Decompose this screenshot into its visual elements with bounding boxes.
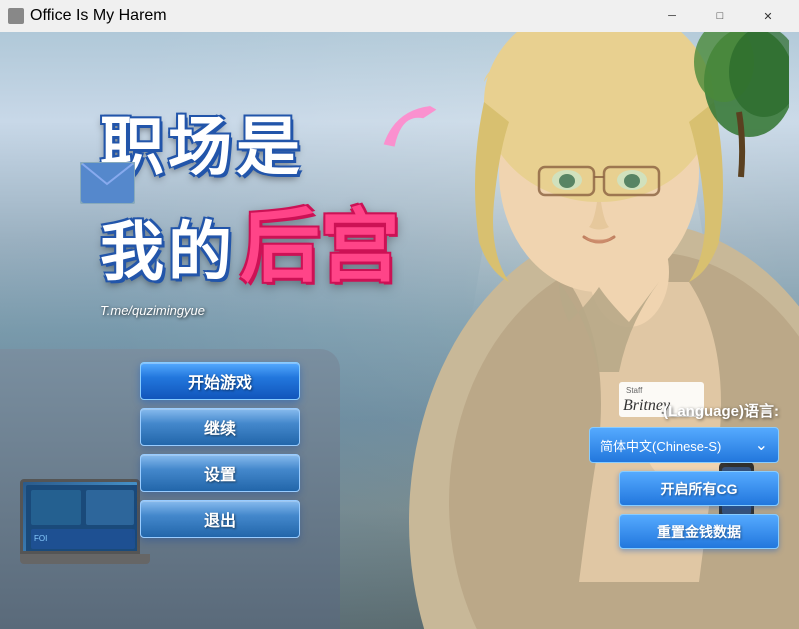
- laptop-screen: FOI: [20, 479, 140, 554]
- svg-text:FOI: FOI: [34, 534, 47, 543]
- language-selected-text: 简体中文(Chinese-S): [600, 436, 721, 455]
- continue-button[interactable]: 继续: [140, 408, 300, 446]
- language-label: (Language)语言:: [663, 400, 779, 421]
- menu-buttons: 开始游戏 继续 设置 退出: [140, 362, 300, 538]
- language-section: (Language)语言: 简体中文(Chinese-S) ⌄: [589, 400, 779, 463]
- close-button[interactable]: ✕: [745, 0, 791, 32]
- titlebar-left: Office Is My Harem: [8, 7, 167, 25]
- envelope-icon: [80, 162, 135, 209]
- titlebar: Office Is My Harem ─ □ ✕: [0, 0, 799, 32]
- right-panel: (Language)语言: 简体中文(Chinese-S) ⌄ 开启所有CG 重…: [589, 400, 779, 549]
- laptop: FOI: [20, 479, 150, 569]
- reset-money-button[interactable]: 重置金钱数据: [619, 514, 779, 549]
- dropdown-arrow-icon: ⌄: [755, 435, 768, 455]
- language-dropdown[interactable]: 简体中文(Chinese-S) ⌄: [589, 427, 779, 463]
- game-area: FOI: [0, 32, 799, 629]
- svg-text:Staff: Staff: [626, 386, 643, 395]
- start-game-button[interactable]: 开始游戏: [140, 362, 300, 400]
- title-text-line1: 职场是: [100, 112, 400, 182]
- quit-button[interactable]: 退出: [140, 500, 300, 538]
- titlebar-controls: ─ □ ✕: [649, 0, 791, 32]
- titlebar-title: Office Is My Harem: [30, 7, 167, 25]
- minimize-button[interactable]: ─: [649, 0, 695, 32]
- unlock-cg-button[interactable]: 开启所有CG: [619, 471, 779, 506]
- game-title: 职场是 我的 后宫 T.me/quzimingyue: [100, 112, 400, 318]
- title-text-line2: 我的 后宫: [100, 182, 400, 298]
- office-plant: [669, 32, 789, 187]
- laptop-base: [20, 554, 150, 564]
- settings-button[interactable]: 设置: [140, 454, 300, 492]
- title-subtitle: T.me/quzimingyue: [100, 303, 400, 318]
- maximize-button[interactable]: □: [697, 0, 743, 32]
- app-icon: [8, 8, 24, 24]
